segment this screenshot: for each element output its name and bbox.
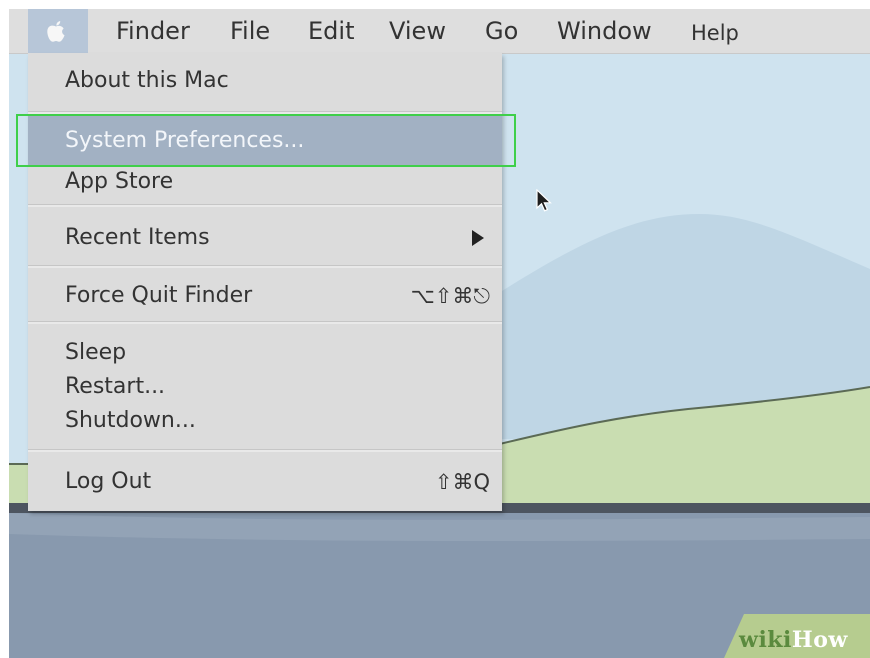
menu-item-system-preferences[interactable]: System Preferences... [28,116,502,165]
menu-item-app-store[interactable]: App Store [28,164,502,200]
wikihow-watermark: wikiHow [739,627,848,653]
watermark-how: How [791,627,848,653]
menu-separator [28,321,502,324]
menu-item-label: Log Out [65,469,152,494]
watermark-wiki: wiki [739,627,792,653]
apple-menu-button[interactable] [28,9,88,53]
menu-separator [28,449,502,452]
menu-separator [28,111,502,114]
apple-icon [47,21,65,42]
menu-item-shutdown[interactable]: Shutdown... [28,403,502,439]
menu-item-label: Force Quit Finder [65,283,253,308]
menu-item-label: Restart... [65,374,166,399]
force-quit-shortcut: ⌥⇧⌘⎋ [410,284,490,308]
menu-item-label: System Preferences... [65,128,305,153]
menu-item-sleep[interactable]: Sleep [28,335,502,371]
menubar-edit[interactable]: Edit [308,17,354,45]
submenu-arrow-icon [472,230,484,246]
menu-item-label: Recent Items [65,225,210,250]
menu-separator [28,265,502,268]
menu-item-restart[interactable]: Restart... [28,369,502,405]
menu-item-label: About this Mac [65,68,229,93]
menu-item-force-quit[interactable]: Force Quit Finder ⌥⇧⌘⎋ [28,278,502,314]
menu-bar: Finder File Edit View Go Window Help [9,9,870,54]
menubar-help[interactable]: Help [691,19,739,47]
menu-item-about-this-mac[interactable]: About this Mac [28,63,502,99]
menubar-file[interactable]: File [230,17,270,45]
menu-item-log-out[interactable]: Log Out ⇧⌘Q [28,464,502,500]
menu-separator [28,204,502,207]
menubar-view[interactable]: View [389,17,446,45]
desktop-screen: Finder File Edit View Go Window Help Abo… [9,9,870,658]
menu-item-label: Sleep [65,340,127,365]
apple-menu-dropdown: About this Mac System Preferences... App… [28,53,502,511]
menubar-go[interactable]: Go [485,17,518,45]
arrow-cursor-icon [536,189,552,212]
menubar-window[interactable]: Window [557,17,652,45]
menu-item-label: Shutdown... [65,408,196,433]
log-out-shortcut: ⇧⌘Q [434,470,490,494]
menubar-finder[interactable]: Finder [116,17,190,45]
menu-item-recent-items[interactable]: Recent Items [28,220,502,256]
menu-item-label: App Store [65,169,174,194]
